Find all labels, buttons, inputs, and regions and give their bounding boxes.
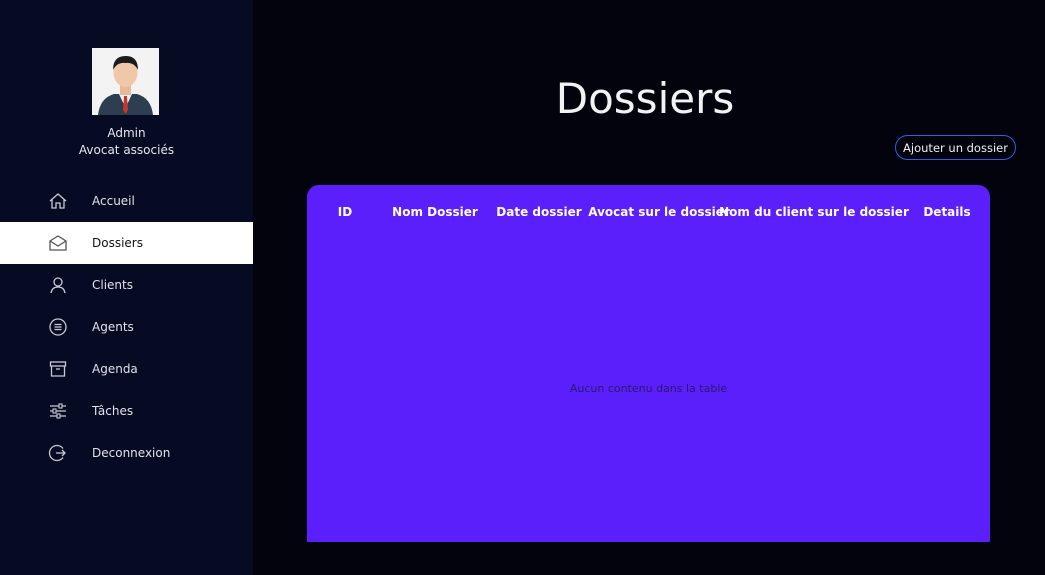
main-content: Dossiers Ajouter un dossier ID Nom Dossi… xyxy=(253,0,1045,575)
archive-icon xyxy=(49,361,67,377)
sidebar: Admin Avocat associés Accueil Dossiers C… xyxy=(0,0,253,575)
logout-icon xyxy=(48,444,66,462)
user-icon xyxy=(50,277,66,294)
avatar xyxy=(92,48,159,115)
column-header-nom-dossier[interactable]: Nom Dossier xyxy=(392,205,478,219)
sidebar-item-label: Deconnexion xyxy=(92,446,171,460)
sidebar-item-deconnexion[interactable]: Deconnexion xyxy=(0,432,253,474)
sidebar-item-taches[interactable]: Tâches xyxy=(0,390,253,432)
sidebar-item-agenda[interactable]: Agenda xyxy=(0,348,253,390)
sidebar-item-label: Clients xyxy=(92,278,133,292)
column-header-details[interactable]: Details xyxy=(923,205,970,219)
sidebar-item-label: Dossiers xyxy=(92,236,143,250)
sidebar-item-label: Agenda xyxy=(92,362,138,376)
user-name: Admin xyxy=(107,126,146,140)
user-role: Avocat associés xyxy=(78,143,175,157)
column-header-avocat[interactable]: Avocat sur le dossier xyxy=(588,205,730,219)
dossiers-table: ID Nom Dossier Date dossier Avocat sur l… xyxy=(307,185,990,542)
sidebar-nav: Accueil Dossiers Clients Agents Agenda T… xyxy=(0,180,253,474)
sidebar-item-accueil[interactable]: Accueil xyxy=(0,180,253,222)
table-empty-message: Aucun contenu dans la table xyxy=(569,382,728,395)
add-dossier-button[interactable]: Ajouter un dossier xyxy=(895,135,1016,160)
column-header-nom-client[interactable]: Nom du client sur le dossier xyxy=(719,205,909,219)
column-header-date-dossier[interactable]: Date dossier xyxy=(496,205,581,219)
page-title: Dossiers xyxy=(555,74,735,123)
sliders-icon xyxy=(50,403,66,419)
home-icon xyxy=(49,193,67,209)
mail-open-icon xyxy=(49,235,67,251)
sidebar-item-dossiers[interactable]: Dossiers xyxy=(0,222,253,264)
list-circle-icon xyxy=(49,318,67,336)
sidebar-item-label: Agents xyxy=(92,320,134,334)
sidebar-item-agents[interactable]: Agents xyxy=(0,306,253,348)
sidebar-item-label: Accueil xyxy=(92,194,135,208)
sidebar-item-label: Tâches xyxy=(92,404,134,418)
sidebar-item-clients[interactable]: Clients xyxy=(0,264,253,306)
avatar-image xyxy=(92,48,159,115)
column-header-id[interactable]: ID xyxy=(338,205,352,219)
